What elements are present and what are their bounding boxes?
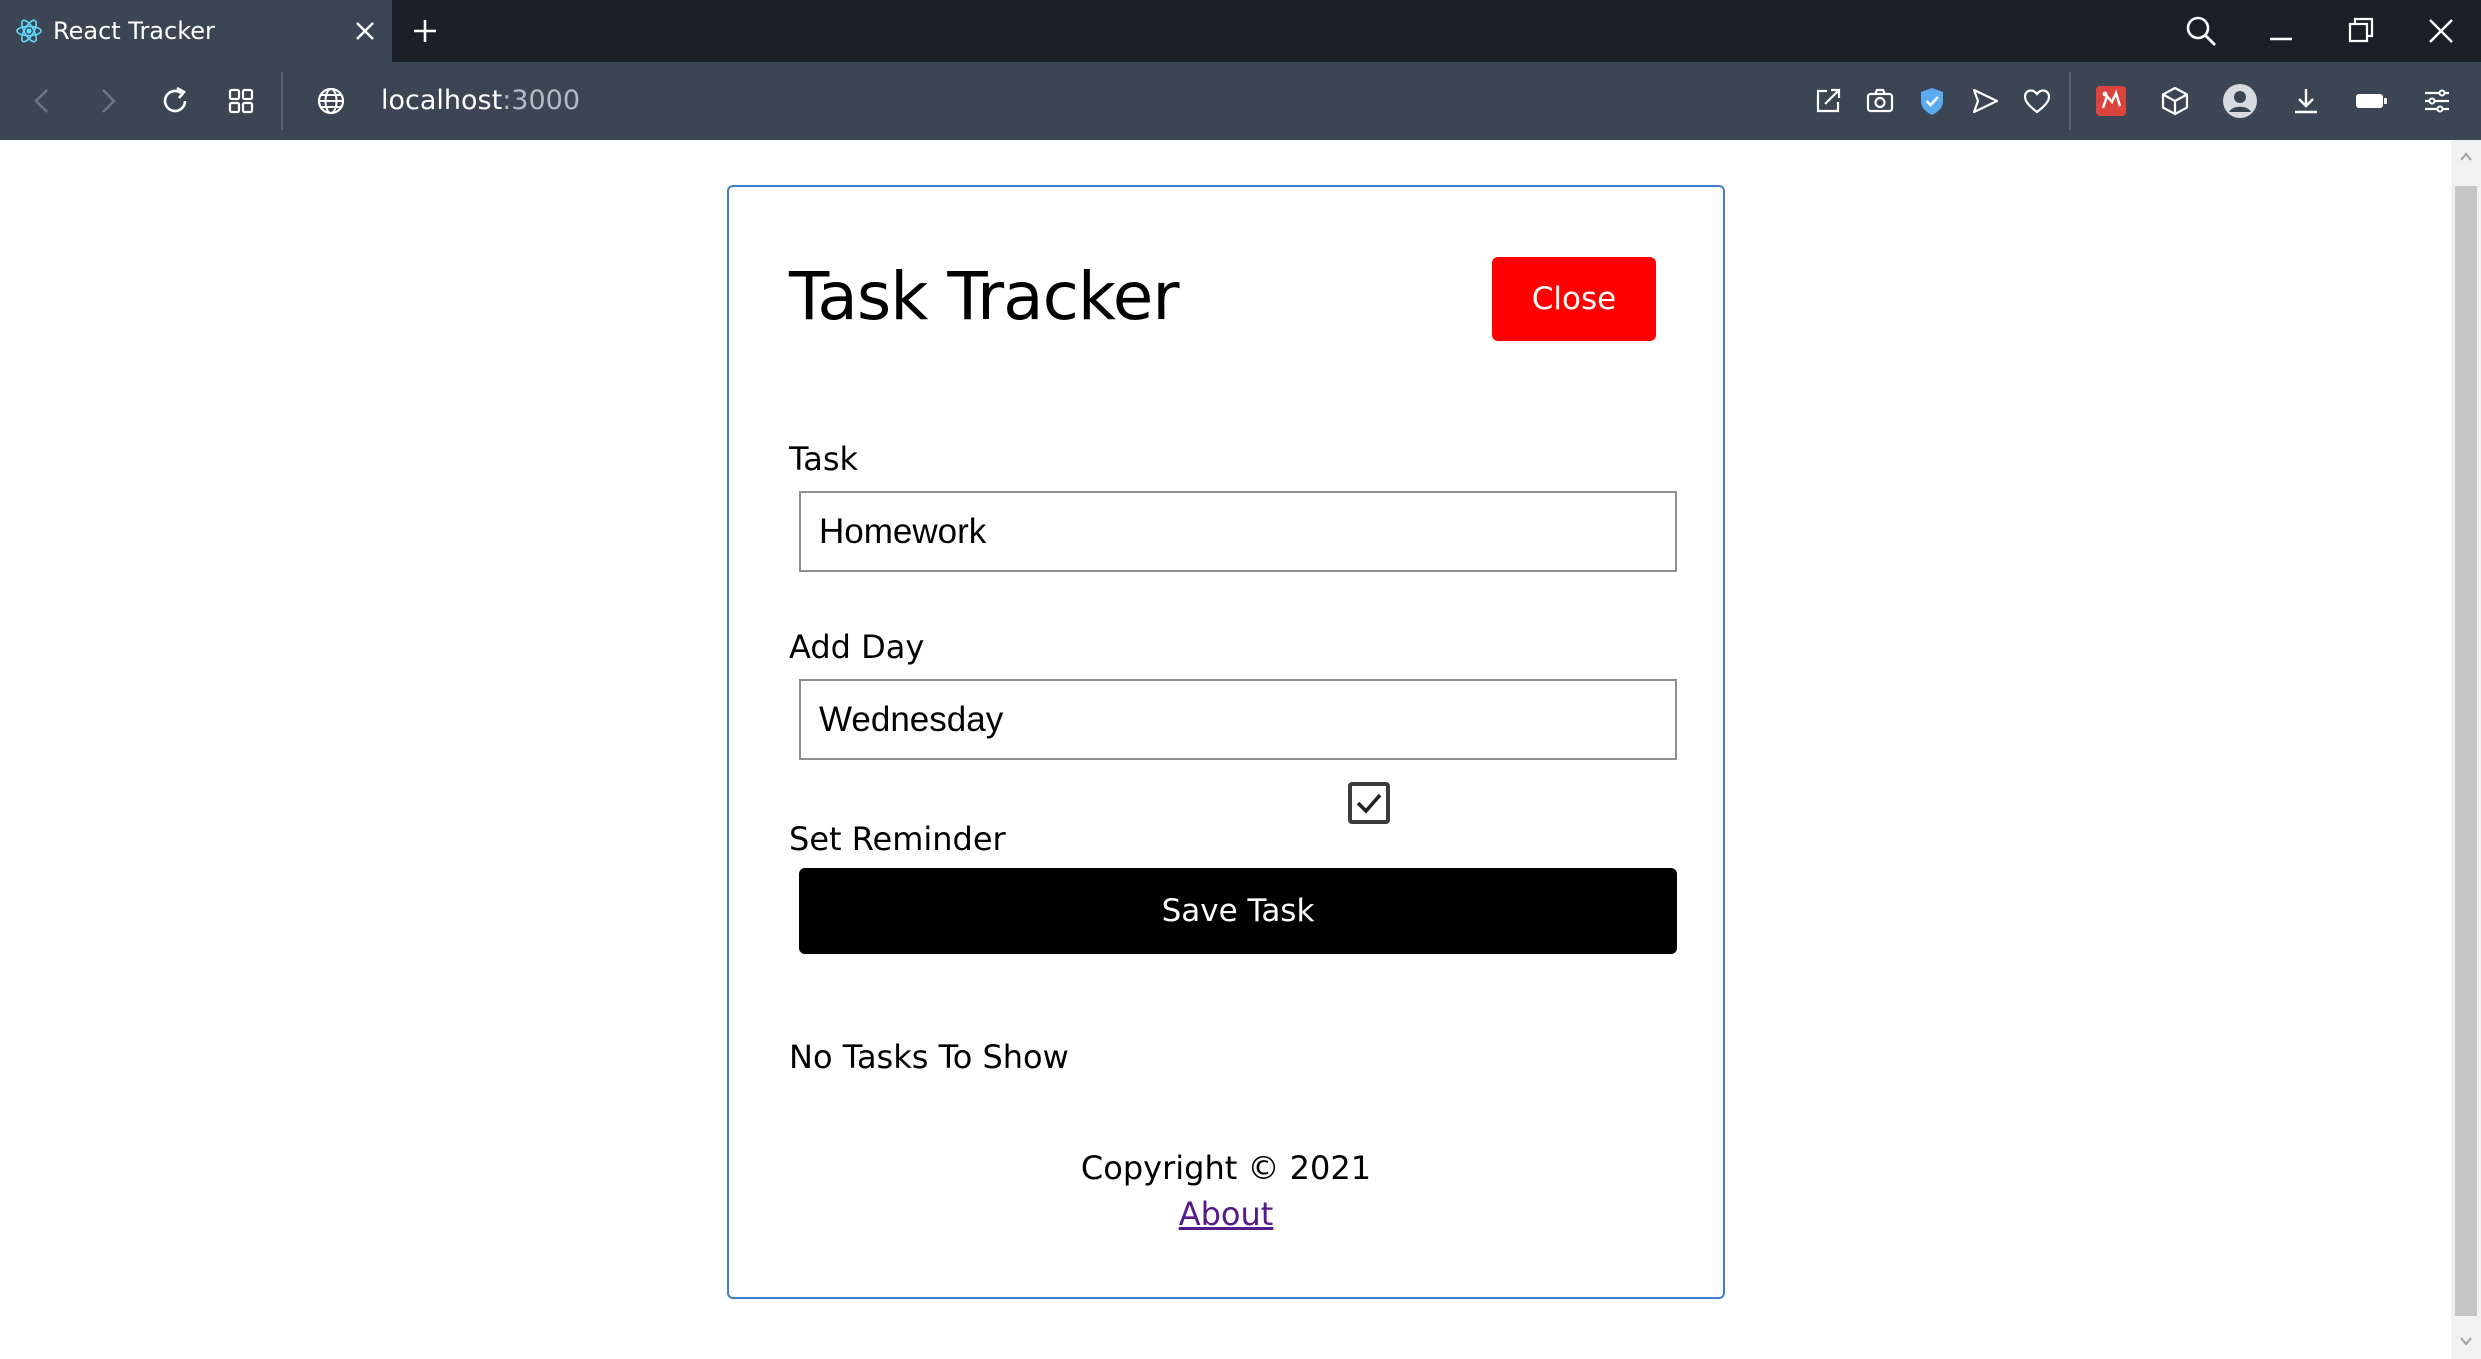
back-icon[interactable] [24, 82, 62, 120]
react-logo-icon [16, 19, 42, 43]
scroll-down-arrow-icon[interactable] [2451, 1326, 2481, 1356]
day-label: Add Day [789, 628, 925, 666]
reminder-checkbox[interactable] [1348, 782, 1390, 824]
download-icon[interactable] [2287, 82, 2325, 120]
toolbar-divider [281, 72, 283, 130]
vertical-scrollbar[interactable] [2451, 140, 2481, 1359]
footer: Copyright © 2021 About [729, 1145, 1723, 1237]
reload-icon[interactable] [156, 82, 194, 120]
task-tracker-card: Task Tracker Close Task Add Day Set Remi… [727, 185, 1725, 1299]
profile-avatar-icon[interactable] [2221, 82, 2259, 120]
task-label: Task [789, 440, 859, 478]
url-host: localhost [381, 85, 503, 116]
page-viewport: Task Tracker Close Task Add Day Set Remi… [0, 140, 2481, 1359]
globe-icon [317, 87, 345, 115]
close-tab-icon[interactable] [350, 16, 380, 46]
address-bar[interactable]: localhost:3000 [381, 85, 580, 117]
cube-icon[interactable] [2156, 82, 2194, 120]
copyright-text: Copyright © 2021 [1080, 1149, 1372, 1187]
extension-icon[interactable] [2092, 82, 2130, 120]
share-icon[interactable] [1809, 82, 1847, 120]
camera-icon[interactable] [1861, 82, 1899, 120]
window-close-icon[interactable] [2422, 12, 2460, 50]
task-input[interactable] [799, 491, 1677, 572]
forward-icon[interactable] [88, 82, 126, 120]
search-icon[interactable] [2182, 12, 2220, 50]
checkmark-icon [1356, 793, 1382, 814]
minimize-icon[interactable] [2262, 12, 2300, 50]
tab-grid-icon[interactable] [222, 82, 260, 120]
url-port: :3000 [502, 85, 581, 116]
about-link[interactable]: About [1179, 1195, 1274, 1233]
menu-settings-icon[interactable] [2418, 82, 2456, 120]
toolbar-divider [2069, 72, 2071, 130]
reminder-label: Set Reminder [789, 820, 1006, 858]
close-button[interactable]: Close [1492, 257, 1656, 341]
tab-react-tracker[interactable]: React Tracker [0, 0, 392, 62]
save-task-button[interactable]: Save Task [799, 868, 1677, 954]
shield-icon[interactable] [1913, 82, 1951, 120]
scrollbar-thumb[interactable] [2455, 186, 2477, 1316]
address-toolbar: localhost:3000 [0, 62, 2481, 140]
empty-tasks-message: No Tasks To Show [789, 1038, 1069, 1076]
tab-title: React Tracker [53, 17, 215, 45]
scroll-up-arrow-icon[interactable] [2451, 142, 2481, 172]
tab-strip: React Tracker [0, 0, 2481, 62]
battery-icon[interactable] [2352, 82, 2390, 120]
send-icon[interactable] [1966, 82, 2004, 120]
page-title: Task Tracker [789, 258, 1180, 335]
new-tab-icon[interactable] [408, 14, 442, 48]
restore-icon[interactable] [2342, 12, 2380, 50]
browser-window: React Tracker localhost:3000 Task Tracke… [0, 0, 2481, 1359]
day-input[interactable] [799, 679, 1677, 760]
heart-icon[interactable] [2018, 82, 2056, 120]
